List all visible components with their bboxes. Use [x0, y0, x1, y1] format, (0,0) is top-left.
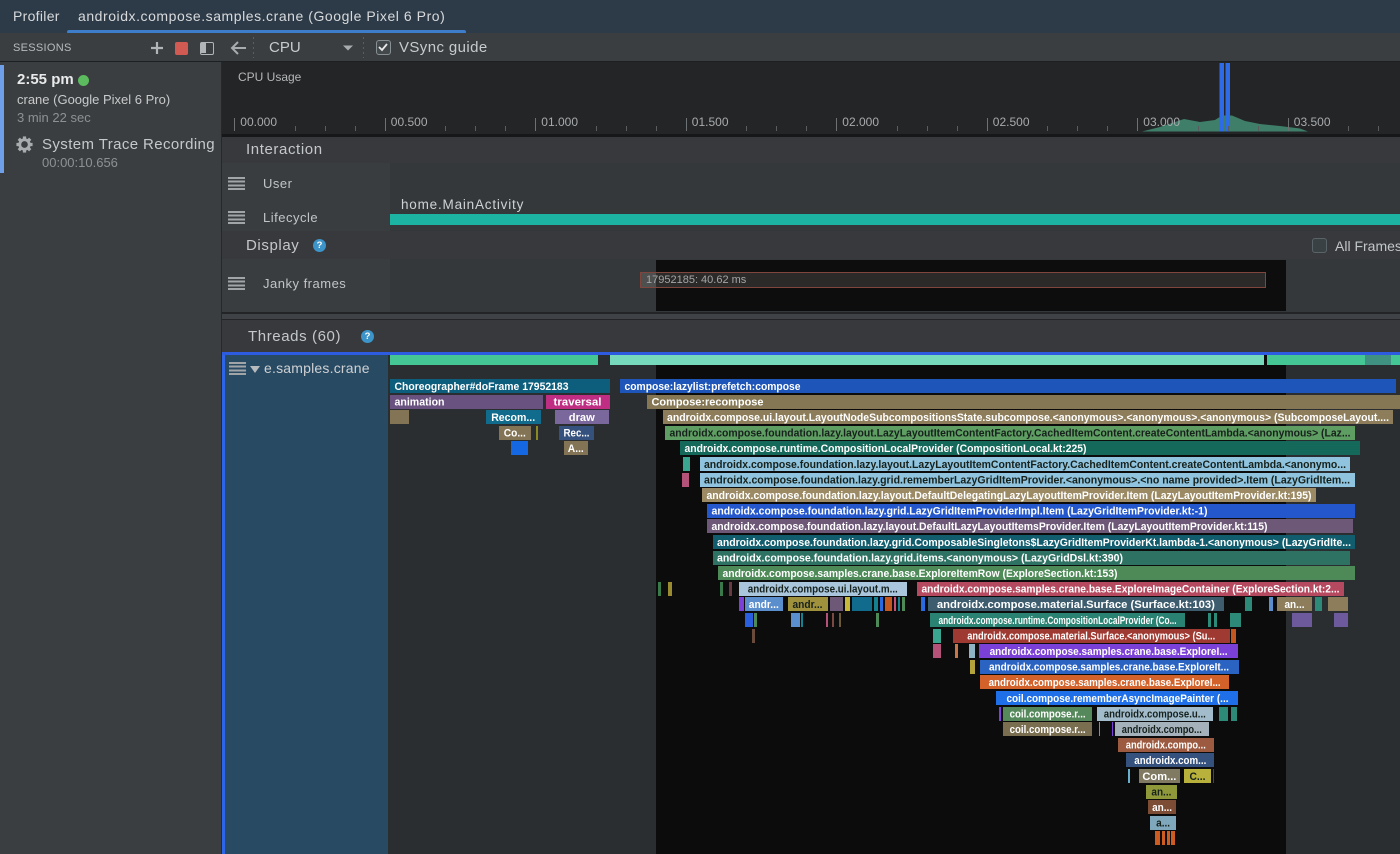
svg-text:animation: animation: [395, 396, 445, 408]
svg-text:C...: C...: [1190, 771, 1206, 783]
svg-text:Choreographer#doFrame 17952183: Choreographer#doFrame 17952183: [395, 381, 569, 393]
svg-text:androidx.compose.u...: androidx.compose.u...: [1104, 708, 1206, 720]
svg-text:Rec...: Rec...: [564, 428, 590, 440]
svg-text:androidx.compose.foundation.la: androidx.compose.foundation.lazy.layout.…: [707, 490, 1312, 502]
svg-text:a...: a...: [1156, 818, 1170, 830]
svg-text:an...: an...: [1151, 786, 1171, 798]
svg-text:coil.compose.rememberAsyncImag: coil.compose.rememberAsyncImagePainter (…: [1007, 693, 1229, 705]
svg-text:androidx.compose.samples.crane: androidx.compose.samples.crane.base.Expl…: [990, 646, 1228, 658]
svg-text:Recom...: Recom...: [491, 412, 535, 424]
svg-text:Co...: Co...: [504, 428, 526, 440]
svg-text:draw: draw: [569, 412, 595, 424]
svg-text:androidx.compose.foundation.la: androidx.compose.foundation.lazy.layout.…: [670, 428, 1351, 440]
svg-text:androidx.compose.runtime.Compo: androidx.compose.runtime.CompositionLoca…: [685, 443, 1087, 455]
svg-text:androidx.compose.samples.crane: androidx.compose.samples.crane.base.Expl…: [989, 662, 1229, 674]
svg-text:androidx.compose.foundation.la: androidx.compose.foundation.lazy.layout.…: [712, 521, 1268, 533]
svg-text:androidx.compose.runtime.Compo: androidx.compose.runtime.CompositionLoca…: [939, 615, 1177, 627]
svg-text:androidx.compose.foundation.la: androidx.compose.foundation.lazy.grid.re…: [704, 474, 1350, 486]
svg-text:an...: an...: [1285, 599, 1305, 611]
svg-text:androidx.compose.samples.crane: androidx.compose.samples.crane.base.Expl…: [723, 568, 1118, 580]
svg-text:androidx.compose.samples.crane: androidx.compose.samples.crane.base.Expl…: [989, 677, 1221, 689]
svg-text:Compose:recompose: Compose:recompose: [652, 396, 764, 408]
svg-text:androidx.com...: androidx.com...: [1134, 755, 1206, 767]
svg-text:coil.compose.r...: coil.compose.r...: [1010, 708, 1086, 720]
svg-text:androidx.compose.samples.crane: androidx.compose.samples.crane.base.Expl…: [922, 584, 1340, 596]
svg-text:A...: A...: [568, 443, 584, 455]
svg-text:an...: an...: [1152, 802, 1172, 814]
svg-text:androidx.compose.material.Surf: androidx.compose.material.Surface (Surfa…: [937, 599, 1215, 611]
svg-text:androidx.compose.foundation.la: androidx.compose.foundation.lazy.layout.…: [704, 459, 1346, 471]
svg-text:traversal: traversal: [554, 396, 602, 408]
svg-text:Com...: Com...: [1142, 771, 1176, 783]
svg-text:androidx.compose.foundation.la: androidx.compose.foundation.lazy.grid.it…: [717, 552, 1123, 564]
svg-text:andr...: andr...: [749, 599, 779, 611]
svg-text:androidx.compose.ui.layout.m..: androidx.compose.ui.layout.m...: [748, 584, 898, 596]
svg-text:androidx.compose.ui.layout.Lay: androidx.compose.ui.layout.LayoutNodeSub…: [667, 412, 1389, 424]
svg-text:androidx.compose.foundation.la: androidx.compose.foundation.lazy.grid.Co…: [717, 537, 1351, 549]
svg-text:compose:lazylist:prefetch:comp: compose:lazylist:prefetch:compose: [625, 381, 801, 393]
svg-text:andr...: andr...: [793, 599, 823, 611]
svg-text:androidx.compose.foundation.la: androidx.compose.foundation.lazy.grid.La…: [712, 506, 1208, 518]
svg-text:androidx.compo...: androidx.compo...: [1122, 724, 1202, 736]
svg-text:androidx.compo...: androidx.compo...: [1126, 740, 1206, 752]
svg-text:coil.compose.r...: coil.compose.r...: [1010, 724, 1086, 736]
svg-text:androidx.compose.material.Surf: androidx.compose.material.Surface.<anony…: [967, 630, 1215, 642]
